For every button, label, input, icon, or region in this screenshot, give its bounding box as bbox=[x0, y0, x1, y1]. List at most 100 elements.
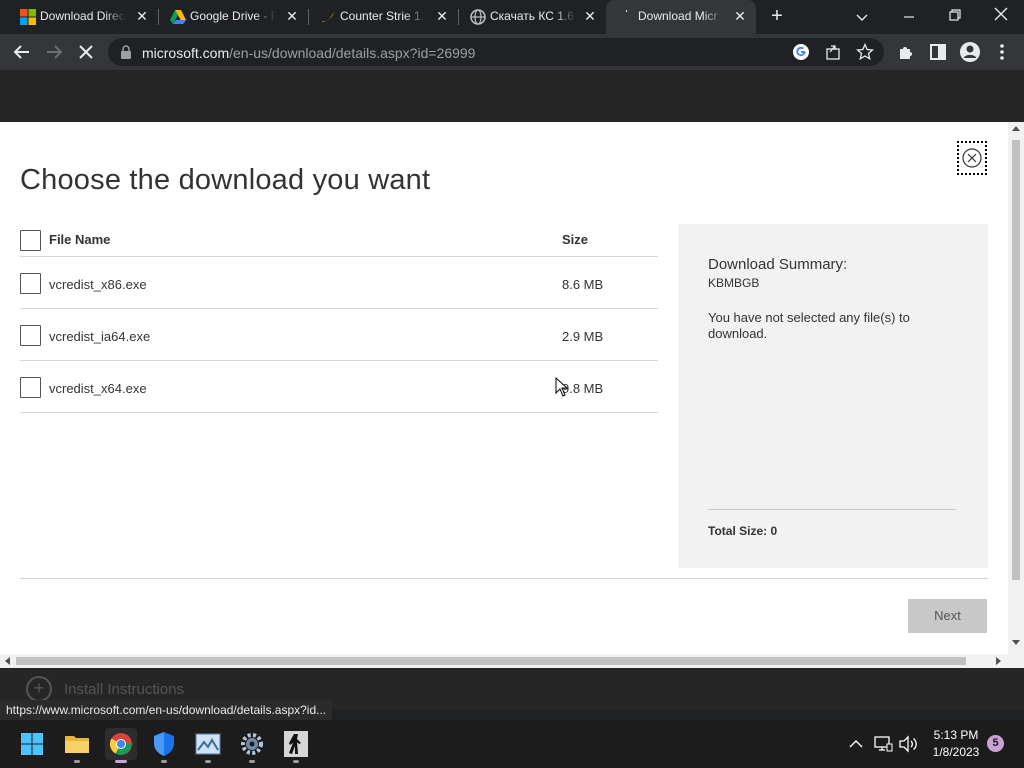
download-dialog: Choose the download you want File Name S… bbox=[0, 122, 1008, 654]
scroll-up-arrow-icon[interactable] bbox=[1012, 126, 1020, 131]
tab-strip: Download Direc ✕ Google Drive - F ✕ Coun… bbox=[0, 0, 1024, 34]
loading-spinner-icon bbox=[625, 10, 628, 13]
install-instructions-link[interactable]: Install Instructions bbox=[64, 681, 184, 698]
summary-code: KBMBGB bbox=[708, 276, 760, 290]
running-indicator bbox=[205, 760, 211, 763]
tab-search-chevron-icon[interactable] bbox=[855, 10, 869, 24]
network-icon[interactable] bbox=[873, 734, 893, 754]
running-indicator bbox=[115, 760, 127, 763]
windows-logo-icon bbox=[21, 733, 43, 755]
tab-skachat-ks[interactable]: Скачать КС 1.6 ✕ bbox=[458, 0, 606, 34]
status-url-bubble: https://www.microsoft.com/en-us/download… bbox=[0, 700, 333, 720]
taskbar-file-explorer[interactable] bbox=[61, 728, 93, 763]
select-all-checkbox[interactable] bbox=[20, 230, 41, 251]
extensions-puzzle-icon[interactable] bbox=[894, 40, 918, 64]
chrome-icon bbox=[110, 733, 132, 755]
taskbar-settings[interactable] bbox=[236, 728, 268, 763]
close-tab-icon[interactable]: ✕ bbox=[434, 8, 450, 24]
tab-title: Скачать КС 1.6 bbox=[490, 9, 574, 23]
clock-date[interactable]: 1/8/2023 bbox=[928, 745, 984, 759]
expand-plus-icon[interactable]: + bbox=[26, 676, 52, 702]
taskbar-photos[interactable] bbox=[192, 728, 224, 763]
mouse-cursor-icon bbox=[555, 377, 569, 397]
file-name: vcredist_x64.exe bbox=[49, 381, 147, 396]
tab-download-microsoft[interactable]: Download Micr ✕ bbox=[606, 0, 756, 34]
forward-arrow-icon[interactable] bbox=[42, 40, 66, 64]
close-circle-icon bbox=[962, 148, 982, 168]
google-icon[interactable] bbox=[792, 43, 810, 61]
address-bar[interactable]: microsoft.com/en-us/download/details.asp… bbox=[108, 38, 884, 66]
notification-badge[interactable]: 5 bbox=[987, 735, 1004, 752]
close-tab-icon[interactable]: ✕ bbox=[284, 8, 300, 24]
url-path: /en-us/download/details.aspx?id=26999 bbox=[229, 45, 476, 61]
column-header-size: Size bbox=[562, 232, 589, 247]
file-size: 2.9 MB bbox=[562, 329, 604, 344]
shield-icon bbox=[154, 732, 174, 756]
divider bbox=[708, 509, 956, 510]
volume-icon[interactable] bbox=[898, 734, 918, 754]
taskbar-counter-strike[interactable] bbox=[280, 728, 312, 763]
gear-icon bbox=[241, 733, 263, 755]
file-size: 8.6 MB bbox=[562, 277, 604, 292]
running-indicator bbox=[293, 760, 299, 763]
summary-title: Download Summary: bbox=[708, 256, 848, 273]
clock-time[interactable]: 5:13 PM bbox=[930, 728, 982, 742]
running-indicator bbox=[74, 760, 80, 763]
back-arrow-icon[interactable] bbox=[10, 40, 34, 64]
vertical-scroll-thumb[interactable] bbox=[1012, 140, 1020, 580]
tab-title: Google Drive - F bbox=[190, 9, 276, 23]
dialog-title: Choose the download you want bbox=[20, 164, 431, 196]
banana-icon bbox=[322, 12, 334, 22]
scroll-right-arrow-icon[interactable] bbox=[996, 657, 1001, 665]
folder-icon bbox=[65, 736, 89, 753]
close-tab-icon[interactable]: ✕ bbox=[134, 8, 150, 24]
file-name: vcredist_ia64.exe bbox=[49, 329, 151, 344]
bookmark-star-icon[interactable] bbox=[856, 43, 874, 61]
profile-avatar-icon[interactable] bbox=[958, 40, 982, 64]
tab-title: Download Direc bbox=[40, 9, 125, 23]
page-overlay-top bbox=[0, 70, 1024, 122]
close-window-icon[interactable] bbox=[994, 7, 1008, 21]
summary-message: You have not selected any file(s) to dow… bbox=[708, 310, 910, 341]
share-icon[interactable] bbox=[824, 43, 842, 61]
running-indicator bbox=[161, 760, 167, 763]
vertical-scrollbar[interactable] bbox=[1008, 122, 1024, 654]
next-button[interactable]: Next bbox=[908, 599, 987, 633]
side-panel-icon[interactable] bbox=[926, 40, 950, 64]
file-checkbox-x64[interactable] bbox=[20, 377, 41, 398]
file-checkbox-x86[interactable] bbox=[20, 273, 41, 294]
close-tab-icon[interactable]: ✕ bbox=[732, 8, 748, 24]
horizontal-scroll-thumb[interactable] bbox=[16, 657, 966, 665]
lock-icon[interactable] bbox=[120, 45, 132, 59]
show-hidden-icons-chevron-icon[interactable] bbox=[846, 734, 866, 754]
divider bbox=[20, 360, 658, 361]
scrollbar-corner bbox=[1008, 654, 1024, 668]
download-summary-panel: Download Summary: KBMBGB You have not se… bbox=[678, 224, 988, 568]
tab-google-drive[interactable]: Google Drive - F ✕ bbox=[158, 0, 308, 34]
tab-counter-strike[interactable]: Counter Strie 1.6 ✕ bbox=[308, 0, 458, 34]
horizontal-scrollbar[interactable] bbox=[0, 654, 1008, 668]
more-menu-icon[interactable] bbox=[990, 40, 1014, 64]
divider bbox=[20, 578, 988, 579]
new-tab-button[interactable]: + bbox=[766, 5, 788, 27]
scroll-down-arrow-icon[interactable] bbox=[1012, 640, 1020, 645]
tab-download-direct[interactable]: Download Direc ✕ bbox=[8, 0, 158, 34]
running-indicator bbox=[249, 760, 255, 763]
total-size: Total Size: 0 bbox=[708, 524, 778, 538]
windows-taskbar bbox=[0, 720, 1024, 768]
stop-loading-icon[interactable] bbox=[74, 40, 98, 64]
taskbar-defender[interactable] bbox=[148, 728, 180, 763]
start-button[interactable] bbox=[16, 728, 48, 760]
file-name: vcredist_x86.exe bbox=[49, 277, 147, 292]
taskbar-chrome[interactable] bbox=[105, 728, 137, 763]
google-drive-icon bbox=[170, 10, 186, 24]
file-checkbox-ia64[interactable] bbox=[20, 325, 41, 346]
divider bbox=[20, 308, 658, 309]
scroll-left-arrow-icon[interactable] bbox=[5, 657, 10, 665]
divider bbox=[20, 256, 658, 257]
photos-icon bbox=[195, 733, 221, 755]
minimize-icon[interactable] bbox=[902, 10, 916, 24]
close-dialog-button[interactable] bbox=[957, 141, 987, 175]
restore-icon[interactable] bbox=[948, 8, 962, 22]
close-tab-icon[interactable]: ✕ bbox=[582, 8, 598, 24]
